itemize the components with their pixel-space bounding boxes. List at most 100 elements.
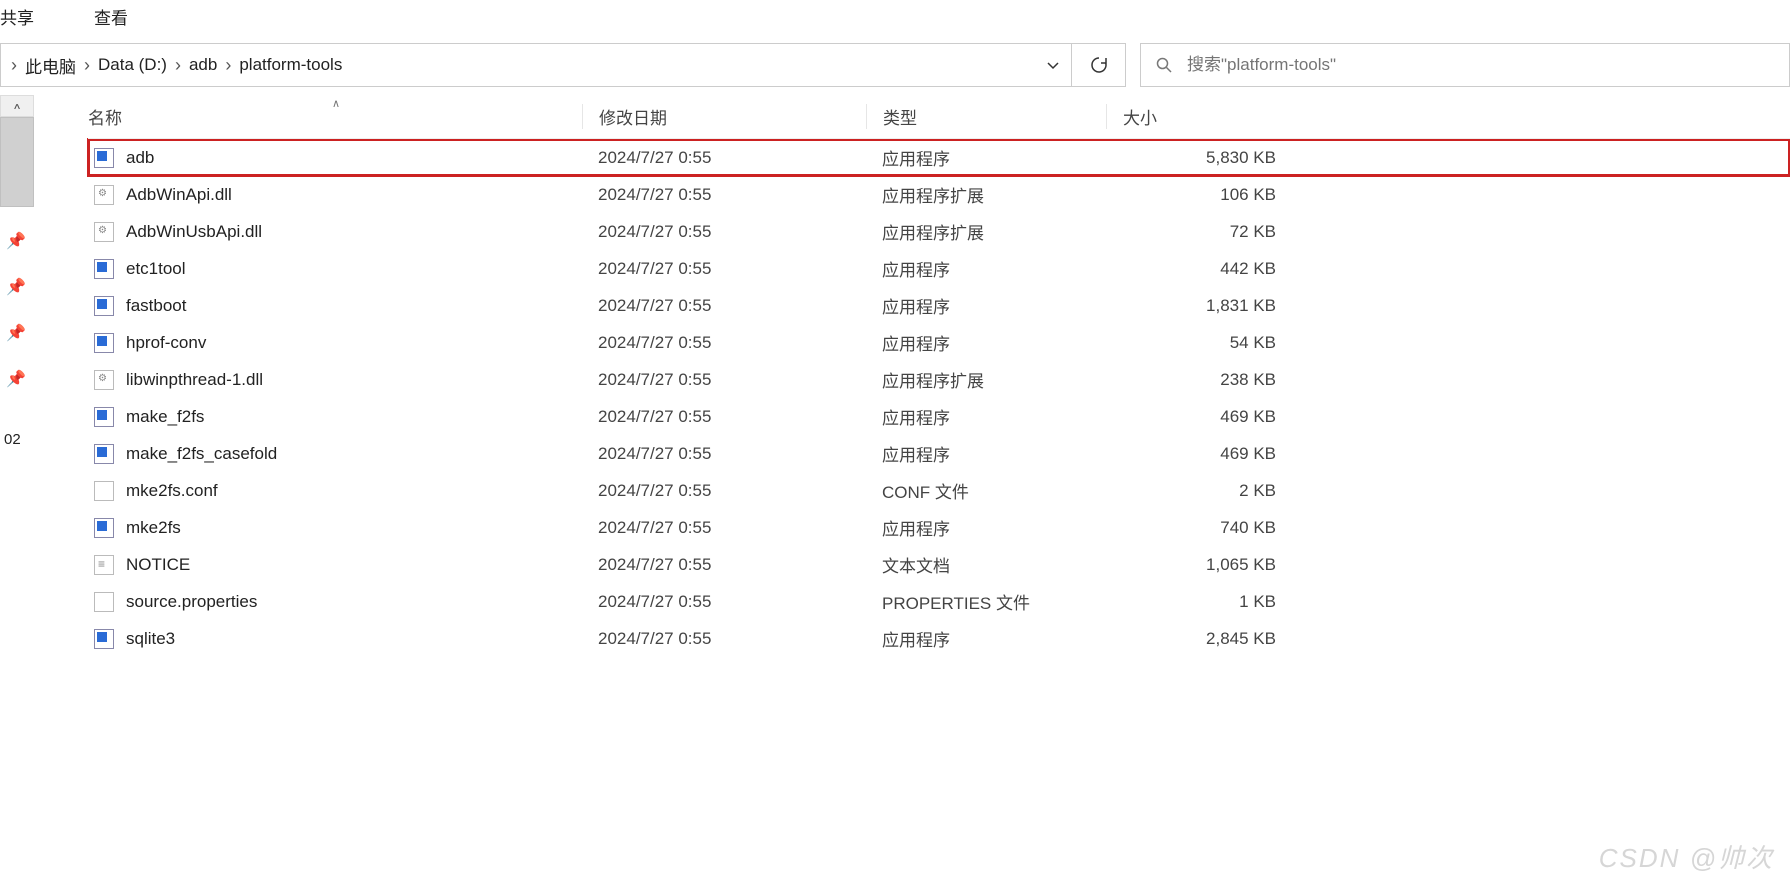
- file-row[interactable]: AdbWinUsbApi.dll 2024/7/27 0:55应用程序扩展72 K…: [88, 213, 1790, 250]
- file-name: hprof-conv: [126, 333, 206, 353]
- file-size: 469 KB: [1106, 407, 1292, 427]
- pin-icon: 📌: [6, 369, 26, 389]
- breadcrumb-item[interactable]: platform-tools: [235, 44, 346, 86]
- file-row[interactable]: make_f2fs 2024/7/27 0:55应用程序469 KB: [88, 398, 1790, 435]
- chevron-right-icon[interactable]: ›: [80, 55, 94, 76]
- column-header-type[interactable]: 类型: [866, 104, 1106, 129]
- file-row[interactable]: mke2fs.conf2024/7/27 0:55CONF 文件2 KB: [88, 472, 1790, 509]
- exe-icon: [94, 259, 114, 279]
- sort-asc-icon: ∧: [332, 97, 340, 110]
- address-history-dropdown[interactable]: [1035, 58, 1071, 72]
- quick-access-pins: 📌 📌 📌 📌: [6, 231, 26, 389]
- file-name: make_f2fs_casefold: [126, 444, 277, 464]
- search-input[interactable]: [1187, 55, 1775, 75]
- file-size: 238 KB: [1106, 370, 1292, 390]
- file-name: AdbWinApi.dll: [126, 185, 232, 205]
- file-type: 文本文档: [866, 552, 1106, 577]
- file-row[interactable]: fastboot2024/7/27 0:55应用程序1,831 KB: [88, 287, 1790, 324]
- column-header-date[interactable]: 修改日期: [582, 104, 866, 129]
- partial-text: 02: [4, 431, 21, 448]
- file-row[interactable]: source.properties 2024/7/27 0:55PROPERTIE…: [88, 583, 1790, 620]
- file-row[interactable]: adb2024/7/27 0:55应用程序5,830 KB: [88, 139, 1790, 176]
- file-date: 2024/7/27 0:55: [582, 444, 866, 464]
- address-breadcrumb[interactable]: › 此电脑 › Data (D:) › adb › platform-tools: [0, 43, 1072, 87]
- file-size: 2,845 KB: [1106, 629, 1292, 649]
- file-icon: [94, 481, 114, 501]
- file-row[interactable]: etc1tool2024/7/27 0:55应用程序442 KB: [88, 250, 1790, 287]
- file-date: 2024/7/27 0:55: [582, 333, 866, 353]
- dll-icon: [94, 222, 114, 242]
- breadcrumb-item[interactable]: Data (D:): [94, 44, 171, 86]
- file-name: sqlite3: [126, 629, 175, 649]
- file-date: 2024/7/27 0:55: [582, 259, 866, 279]
- column-header-name[interactable]: 名称 ∧: [88, 104, 582, 129]
- search-box[interactable]: [1140, 43, 1790, 87]
- file-size: 106 KB: [1106, 185, 1292, 205]
- file-date: 2024/7/27 0:55: [582, 629, 866, 649]
- column-header-size[interactable]: 大小: [1106, 104, 1292, 129]
- file-type: 应用程序扩展: [866, 182, 1106, 207]
- file-type: 应用程序: [866, 626, 1106, 651]
- ribbon-tabs: 共享 查看: [0, 0, 1790, 35]
- chevron-right-icon[interactable]: ›: [221, 55, 235, 76]
- file-type: 应用程序扩展: [866, 367, 1106, 392]
- file-date: 2024/7/27 0:55: [582, 296, 866, 316]
- file-type: CONF 文件: [866, 478, 1106, 503]
- file-name: mke2fs: [126, 518, 181, 538]
- file-row[interactable]: make_f2fs_casefold 2024/7/27 0:55应用程序469 …: [88, 435, 1790, 472]
- file-type: 应用程序: [866, 256, 1106, 281]
- file-row[interactable]: hprof-conv2024/7/27 0:55应用程序54 KB: [88, 324, 1790, 361]
- dll-icon: [94, 370, 114, 390]
- exe-icon: [94, 518, 114, 538]
- ribbon-tab-share[interactable]: 共享: [0, 4, 34, 29]
- file-type: PROPERTIES 文件: [866, 589, 1106, 614]
- file-type: 应用程序: [866, 293, 1106, 318]
- file-type: 应用程序: [866, 441, 1106, 466]
- file-size: 469 KB: [1106, 444, 1292, 464]
- file-size: 1,065 KB: [1106, 555, 1292, 575]
- breadcrumb-item[interactable]: adb: [185, 44, 221, 86]
- file-size: 54 KB: [1106, 333, 1292, 353]
- file-date: 2024/7/27 0:55: [582, 592, 866, 612]
- file-row[interactable]: libwinpthread-1.dll 2024/7/27 0:55应用程序扩展2…: [88, 361, 1790, 398]
- file-name: NOTICE: [126, 555, 190, 575]
- file-type: 应用程序: [866, 515, 1106, 540]
- file-date: 2024/7/27 0:55: [582, 555, 866, 575]
- file-type: 应用程序扩展: [866, 219, 1106, 244]
- file-row[interactable]: mke2fs 2024/7/27 0:55应用程序740 KB: [88, 509, 1790, 546]
- file-name: make_f2fs: [126, 407, 204, 427]
- nav-pane-scrollbar[interactable]: ∧ 📌 📌 📌 📌 02: [0, 95, 34, 887]
- column-headers: 名称 ∧ 修改日期 类型 大小: [88, 95, 1790, 139]
- pin-icon: 📌: [6, 231, 26, 251]
- file-type: 应用程序: [866, 404, 1106, 429]
- exe-icon: [94, 148, 114, 168]
- watermark: CSDN @帅次: [1599, 838, 1774, 875]
- breadcrumb-item[interactable]: 此电脑: [21, 44, 80, 86]
- file-date: 2024/7/27 0:55: [582, 407, 866, 427]
- file-date: 2024/7/27 0:55: [582, 222, 866, 242]
- file-name: libwinpthread-1.dll: [126, 370, 263, 390]
- file-date: 2024/7/27 0:55: [582, 370, 866, 390]
- ribbon-tab-view[interactable]: 查看: [94, 4, 128, 29]
- file-date: 2024/7/27 0:55: [582, 518, 866, 538]
- file-name: adb: [126, 148, 154, 168]
- scroll-up-button[interactable]: ∧: [0, 95, 34, 117]
- pin-icon: 📌: [6, 277, 26, 297]
- exe-icon: [94, 407, 114, 427]
- scroll-thumb[interactable]: [0, 117, 34, 207]
- chevron-right-icon[interactable]: ›: [171, 55, 185, 76]
- file-icon: [94, 592, 114, 612]
- file-list: adb2024/7/27 0:55应用程序5,830 KBAdbWinApi.d…: [88, 139, 1790, 657]
- refresh-button[interactable]: [1072, 43, 1126, 87]
- file-row[interactable]: NOTICE 2024/7/27 0:55文本文档1,065 KB: [88, 546, 1790, 583]
- file-name: source.properties: [126, 592, 257, 612]
- file-type: 应用程序: [866, 145, 1106, 170]
- chevron-right-icon[interactable]: ›: [7, 55, 21, 76]
- file-name: AdbWinUsbApi.dll: [126, 222, 262, 242]
- file-size: 5,830 KB: [1106, 148, 1292, 168]
- file-row[interactable]: sqlite3 2024/7/27 0:55应用程序2,845 KB: [88, 620, 1790, 657]
- file-size: 740 KB: [1106, 518, 1292, 538]
- file-size: 72 KB: [1106, 222, 1292, 242]
- file-row[interactable]: AdbWinApi.dll 2024/7/27 0:55应用程序扩展106 KB: [88, 176, 1790, 213]
- file-date: 2024/7/27 0:55: [582, 185, 866, 205]
